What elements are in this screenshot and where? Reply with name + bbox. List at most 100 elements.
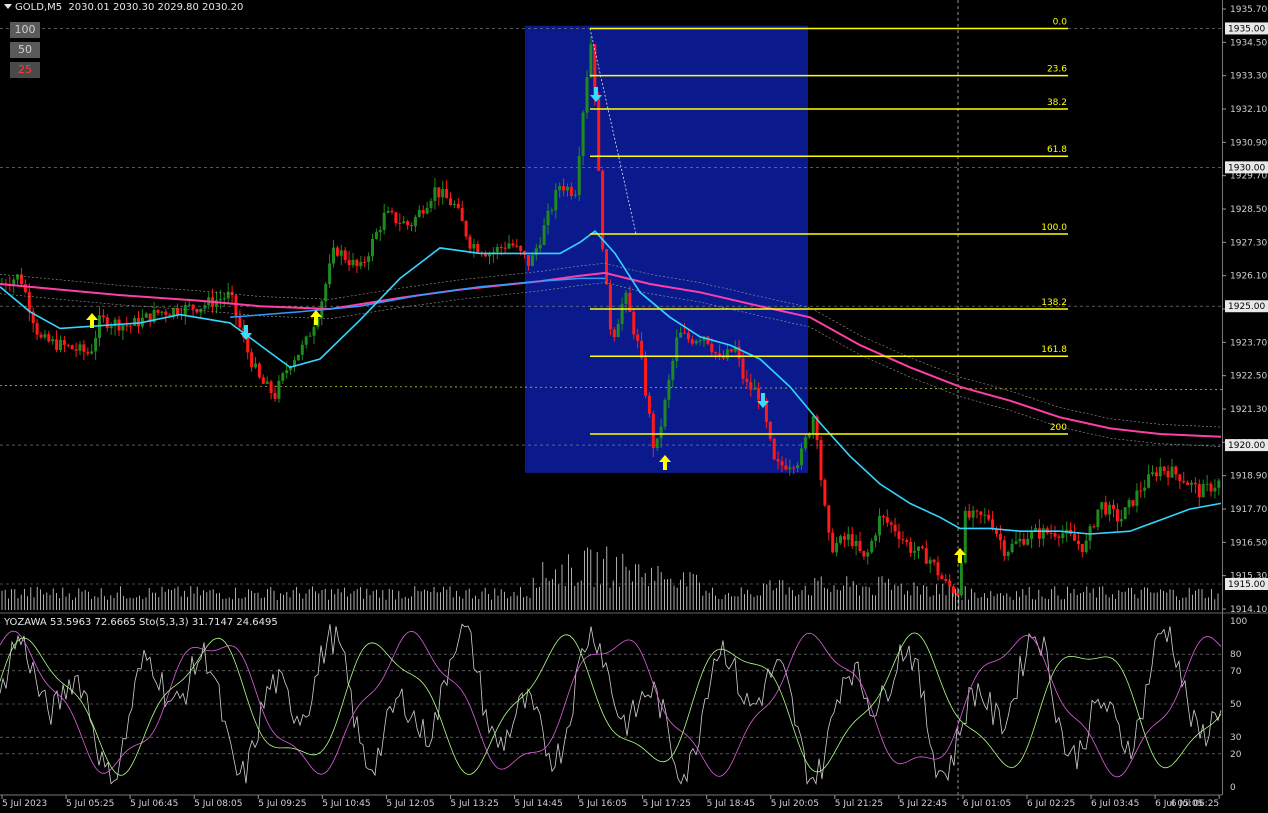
candle-body [250, 352, 254, 368]
candle-body [729, 349, 733, 352]
candle-body [803, 437, 807, 449]
candle-body [382, 212, 386, 230]
price-tick-label: 1927.30 [1230, 238, 1267, 248]
candle-body [74, 349, 78, 351]
candle-body [920, 546, 924, 549]
candle-body [1026, 538, 1030, 545]
candle-body [1201, 483, 1205, 498]
symbol-timeframe: GOLD,M5 [15, 2, 63, 13]
candle-body [519, 245, 523, 252]
time-tick-label: 5 Jul 08:05 [194, 799, 242, 809]
candle-body [515, 245, 519, 247]
candle-body [1115, 509, 1119, 522]
time-tick-label: 6 Jul 06:25 [1171, 799, 1219, 809]
candle-body [109, 326, 113, 329]
candle-body [195, 309, 199, 313]
candle-body [866, 552, 870, 557]
price-box-label: 1935.00 [1228, 24, 1265, 34]
candle-body [1182, 481, 1186, 483]
time-tick-label: 5 Jul 17:25 [643, 799, 691, 809]
candle-body [554, 190, 558, 211]
price-box-label: 1925.00 [1228, 302, 1265, 312]
candle-body [1213, 487, 1217, 492]
candle-body [983, 514, 987, 516]
candle-body [1158, 466, 1162, 477]
candle-body [417, 209, 421, 217]
candle-body [468, 236, 472, 249]
time-tick-label: 6 Jul 01:05 [963, 799, 1011, 809]
candle-body [749, 381, 753, 390]
candle-body [222, 298, 226, 300]
candle-body [230, 291, 234, 296]
candle-body [1209, 483, 1213, 492]
candle-body [1197, 484, 1201, 498]
candle-body [374, 232, 378, 239]
candle-body [940, 575, 944, 580]
candle-body [675, 337, 679, 361]
candle-body [218, 299, 222, 301]
candle-body [640, 340, 644, 358]
candle-body [987, 514, 991, 520]
candle-body [608, 284, 612, 330]
candle-body [449, 198, 452, 206]
button-100[interactable]: 100 [10, 22, 40, 38]
fib-level-label: 23.6 [1047, 65, 1067, 75]
fib-level-label: 0.0 [1053, 17, 1068, 27]
candle-body [1049, 532, 1053, 534]
candle-body [889, 522, 893, 525]
candle-body [616, 324, 620, 337]
time-tick-label: 5 Jul 12:05 [386, 799, 434, 809]
price-tick-label: 1935.70 [1230, 5, 1267, 15]
candle-body [476, 244, 480, 253]
time-tick-label: 5 Jul 2023 [2, 799, 47, 809]
fib-level-label: 61.8 [1047, 145, 1067, 155]
price-tick-label: 1932.10 [1230, 105, 1267, 115]
candle-body [944, 579, 948, 581]
candle-body [741, 358, 745, 379]
candle-body [51, 339, 55, 342]
candle-body [605, 249, 608, 285]
price-tick-label: 1930.90 [1230, 138, 1267, 148]
candle-body [62, 339, 66, 345]
candle-body [472, 244, 476, 249]
candle-body [690, 339, 694, 344]
candle-body [1108, 504, 1112, 515]
time-tick-label: 5 Jul 21:25 [835, 799, 883, 809]
candle-body [187, 304, 191, 306]
candle-body [706, 336, 710, 344]
candle-body [335, 247, 339, 256]
candle-body [952, 586, 956, 594]
candle-body [1018, 538, 1022, 542]
candle-body [82, 344, 86, 352]
candle-body [1135, 490, 1139, 506]
candle-body [1186, 482, 1190, 485]
candle-body [386, 210, 390, 213]
candle-body [686, 333, 690, 340]
button-50[interactable]: 50 [10, 42, 40, 58]
candle-body [581, 112, 585, 157]
candle-body [371, 238, 374, 257]
candle-body [909, 542, 913, 553]
candle-body [98, 315, 101, 338]
candle-body [854, 540, 858, 547]
candle-body [125, 325, 129, 327]
candle-body [663, 399, 667, 427]
candle-body [1139, 490, 1143, 492]
candle-body [589, 44, 593, 78]
candle-body [94, 337, 98, 352]
candle-body [1127, 500, 1131, 508]
candle-body [1217, 480, 1221, 488]
osc-tick-label: 20 [1230, 750, 1242, 760]
candle-body [172, 308, 176, 316]
price-chart[interactable]: 0.023.638.261.8100.0138.2161.8200 1935.7… [0, 0, 1268, 813]
candle-body [1147, 474, 1151, 488]
candle-body [390, 210, 394, 213]
candle-body [394, 212, 398, 223]
candle-body [850, 534, 854, 547]
candle-body [328, 263, 332, 285]
dropdown-triangle-icon[interactable] [4, 4, 12, 9]
button-25[interactable]: 25 [10, 62, 40, 78]
osc-tick-label: 50 [1230, 700, 1242, 710]
candle-body [870, 540, 874, 553]
candle-body [35, 323, 39, 335]
